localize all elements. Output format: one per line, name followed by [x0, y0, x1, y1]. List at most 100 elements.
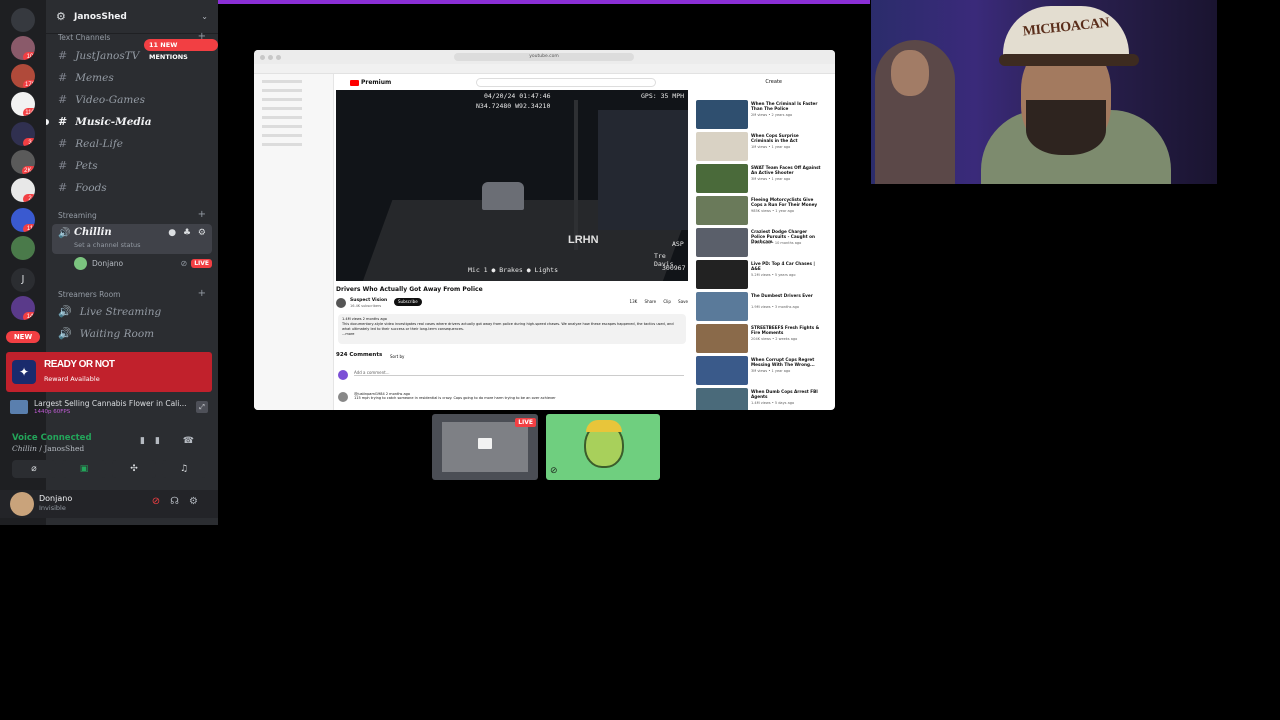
mic-muted-icon[interactable]: ⊘	[152, 496, 170, 507]
avatar	[338, 392, 348, 402]
channel-name: Live Streaming	[79, 305, 162, 318]
window-dot[interactable]	[268, 54, 273, 60]
create-button[interactable]: Create	[765, 79, 782, 85]
related-video[interactable]: When Corrupt Cops Regret Messing With Th…	[696, 356, 832, 387]
related-meta: 3M views • 1 year ago	[751, 369, 791, 373]
related-video[interactable]: When Cops Surprise Criminals in the Act 1…	[696, 132, 832, 163]
avatar	[338, 370, 348, 380]
category-streamers-room[interactable]: Streamers Room	[58, 290, 120, 299]
avatar[interactable]	[10, 492, 34, 516]
channel-avatar[interactable]	[336, 298, 346, 308]
channel-real-life[interactable]: # Real-Life	[58, 137, 123, 150]
subscribe-button[interactable]: Subscribe	[394, 298, 422, 306]
related-meta: 2.1M views • 10 months ago	[751, 241, 802, 245]
description-box[interactable]: 1.4M views 2 months ago This documentary…	[338, 314, 686, 344]
related-meta: 5.2M views • 5 years ago	[751, 273, 796, 277]
voice-participant[interactable]: Donjano ⊘ LIVE	[74, 256, 212, 270]
channel-waiting-room[interactable]: 🔊 Waiting Room	[58, 327, 154, 340]
unread-indicator	[46, 119, 49, 125]
screen-share-button[interactable]: ▣	[62, 460, 106, 478]
window-dot[interactable]	[260, 54, 265, 60]
participant-tile[interactable]: ⊘	[546, 414, 660, 480]
server-icon[interactable]: 3	[11, 122, 35, 146]
speaker-icon: 🔊	[58, 327, 72, 340]
related-video[interactable]: Live PD: Top 4 Car Chases | A&E 5.2M view…	[696, 260, 832, 291]
add-channel-icon[interactable]: +	[198, 288, 206, 299]
popout-icon[interactable]: ⤢	[196, 401, 208, 413]
related-video[interactable]: SWAT Team Faces Off Against An Active Sh…	[696, 164, 832, 195]
channel-live-streaming[interactable]: 🔊 Live Streaming	[58, 305, 161, 318]
related-video[interactable]: When The Criminal Is Faster Than The Pol…	[696, 100, 832, 131]
youtube-header: Premium Create	[336, 76, 832, 90]
voice-channel-chillin[interactable]: 🔊 Chillin Set a channel status ● ♣ ⚙	[52, 224, 212, 254]
play-icon	[350, 79, 359, 86]
related-video[interactable]: Craziest Dodge Charger Police Pursuits -…	[696, 228, 832, 259]
channel-name: Music-Media	[75, 115, 152, 128]
channel-music-media[interactable]: # Music-Media	[58, 115, 152, 128]
related-video[interactable]: The Dumbest Drivers Ever 1.9M views • 3 m…	[696, 292, 832, 323]
mic-muted-icon: ⊘	[550, 466, 558, 476]
more-link[interactable]: ...more	[342, 332, 682, 337]
channel-status-placeholder[interactable]: Set a channel status	[74, 241, 141, 249]
sort-by-button[interactable]: Sort by	[390, 354, 404, 359]
server-icon[interactable]: 178	[11, 64, 35, 88]
server-icon[interactable]	[11, 8, 35, 32]
video-coords: N34.72480 W92.34210	[476, 102, 551, 110]
activities-button[interactable]: ✣	[112, 460, 156, 478]
video-actions[interactable]: 13K Share Clip Save	[630, 299, 688, 304]
stream-tile[interactable]: LIVE	[432, 414, 538, 480]
new-mentions-pill[interactable]: 11 NEW MENTIONS	[144, 39, 218, 61]
soundboard-button[interactable]: ♫	[162, 460, 206, 478]
voice-channel-actions[interactable]: ● ♣ ⚙	[168, 228, 208, 238]
settings-gear-icon[interactable]: ⚙	[189, 496, 208, 507]
camera-off-button[interactable]: ⌀	[12, 460, 56, 478]
voice-location[interactable]: Chillin / JanosShed	[12, 444, 84, 453]
server-icon[interactable]: 10	[11, 36, 35, 60]
video-thumbnail	[696, 228, 748, 257]
search-input[interactable]	[476, 78, 656, 87]
webcam-person-left-face	[891, 50, 929, 96]
server-icon[interactable]: 11	[11, 208, 35, 232]
youtube-logo[interactable]: Premium	[350, 79, 391, 86]
add-comment-input[interactable]: Add a comment...	[354, 370, 684, 376]
new-unreads-pill[interactable]: NEW	[6, 331, 40, 343]
channel-foods[interactable]: # Foods	[58, 181, 107, 194]
channel-justjanostv[interactable]: # JustJanosTV	[58, 49, 139, 62]
shared-screen-browser[interactable]: youtube.com Premium Create 04/20/24 01:4…	[254, 50, 835, 410]
stream-activity[interactable]: Largest Selling Cannabis Flower in Cali.…	[6, 396, 212, 420]
address-bar[interactable]: youtube.com	[454, 53, 634, 61]
server-icon[interactable]: 14	[11, 296, 35, 320]
voice-status[interactable]: Voice Connected	[12, 433, 92, 443]
category-streaming[interactable]: Streaming	[58, 211, 97, 220]
video-watermark: LRHN	[568, 234, 599, 246]
video-player[interactable]: 04/20/24 01:47:46 N34.72480 W92.34210 GP…	[336, 90, 688, 281]
server-icon[interactable]: 2	[11, 178, 35, 202]
category-text-channels[interactable]: Text Channels	[58, 33, 110, 42]
video-thumbnail	[696, 356, 748, 385]
guild-header[interactable]: ⚙ JanosShed ⌄	[46, 0, 218, 34]
channel-name: Waiting Room	[79, 327, 155, 340]
webcam-person-beard	[1026, 100, 1106, 155]
server-icon[interactable]: 2K+	[11, 150, 35, 174]
hash-icon: #	[58, 137, 68, 150]
voice-panel-controls[interactable]: ▮▮ ☎	[140, 436, 204, 446]
user-controls[interactable]: ⊘☊⚙	[152, 496, 208, 507]
server-icon[interactable]	[11, 236, 35, 260]
related-video[interactable]: Fleeing Motorcyclists Give Cops a Run Fo…	[696, 196, 832, 227]
dm-avatar[interactable]: J	[11, 268, 35, 292]
avatar	[74, 256, 87, 270]
add-channel-icon[interactable]: +	[198, 209, 206, 220]
video-thumbnail	[696, 260, 748, 289]
channel-video-games[interactable]: # Video-Games	[58, 93, 145, 106]
server-icon[interactable]: 110	[11, 92, 35, 116]
reward-card[interactable]: ✦ READY OR NOT Reward Available	[6, 352, 212, 392]
video-unit: 300967	[662, 264, 686, 272]
headphones-icon[interactable]: ☊	[170, 496, 189, 507]
video-timestamp: 04/20/24 01:47:46	[484, 92, 551, 100]
channel-memes[interactable]: # Memes	[58, 71, 114, 84]
related-video[interactable]: STREETBEEFS Fresh Fights & Fire Moments 2…	[696, 324, 832, 355]
related-video[interactable]: When Dumb Cops Arrest FBI Agents 1.4M vie…	[696, 388, 832, 410]
window-dot[interactable]	[276, 54, 281, 60]
channel-pets[interactable]: # Pets	[58, 159, 98, 172]
channel-name[interactable]: Suspect Vision	[350, 298, 387, 303]
